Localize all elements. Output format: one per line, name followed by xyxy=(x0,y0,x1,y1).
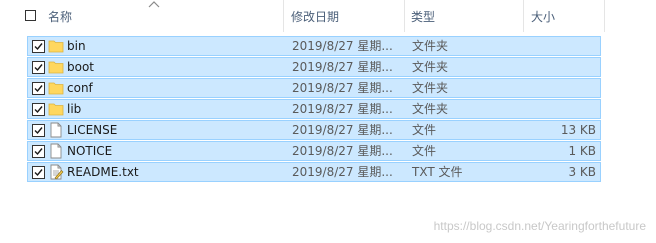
file-name: lib xyxy=(67,102,82,116)
file-date-modified: 2019/8/27 星期... xyxy=(292,81,393,95)
row-checkbox[interactable] xyxy=(32,82,45,95)
file-size: 3 KB xyxy=(568,165,596,179)
row-checkbox[interactable] xyxy=(32,145,45,158)
file-row[interactable]: NOTICE 2019/8/27 星期... 文件 1 KB xyxy=(27,141,601,161)
column-divider[interactable] xyxy=(604,0,605,32)
file-icon xyxy=(48,122,64,138)
file-type: 文件 xyxy=(412,123,437,137)
file-type: 文件夹 xyxy=(412,81,449,95)
row-checkbox[interactable] xyxy=(32,103,45,116)
file-type: 文件 xyxy=(412,144,437,158)
row-checkbox[interactable] xyxy=(32,166,45,179)
file-date-modified: 2019/8/27 星期... xyxy=(292,144,393,158)
column-size-header[interactable]: 大小 xyxy=(531,0,555,32)
file-size: 13 KB xyxy=(560,123,596,137)
row-checkbox[interactable] xyxy=(32,61,45,74)
file-name: LICENSE xyxy=(67,123,118,137)
column-name-header[interactable]: 名称 xyxy=(48,0,72,32)
watermark-text: https://blog.csdn.net/Yearingforthefutur… xyxy=(433,219,646,233)
file-row[interactable]: boot 2019/8/27 星期... 文件夹 xyxy=(27,57,601,77)
select-all-checkbox[interactable] xyxy=(25,10,36,21)
file-date-modified: 2019/8/27 星期... xyxy=(292,123,393,137)
file-name: boot xyxy=(67,60,95,74)
file-type: 文件夹 xyxy=(412,60,449,74)
file-icon xyxy=(48,143,64,159)
column-divider[interactable] xyxy=(523,0,524,32)
file-date-modified: 2019/8/27 星期... xyxy=(292,60,393,74)
file-type: 文件夹 xyxy=(412,39,449,53)
file-name: bin xyxy=(67,39,86,53)
file-name: NOTICE xyxy=(67,144,113,158)
column-type-header[interactable]: 类型 xyxy=(411,0,435,32)
row-checkbox[interactable] xyxy=(32,124,45,137)
column-header: 名称 修改日期 类型 大小 xyxy=(0,0,656,32)
file-row[interactable]: conf 2019/8/27 星期... 文件夹 xyxy=(27,78,601,98)
column-divider[interactable] xyxy=(404,0,405,32)
file-size: 1 KB xyxy=(568,144,596,158)
folder-icon xyxy=(48,80,64,96)
sort-ascending-icon xyxy=(148,1,160,8)
folder-icon xyxy=(48,59,64,75)
folder-icon xyxy=(48,101,64,117)
folder-icon xyxy=(48,38,64,54)
column-divider[interactable] xyxy=(283,0,284,32)
file-row[interactable]: LICENSE 2019/8/27 星期... 文件 13 KB xyxy=(27,120,601,140)
text-file-icon xyxy=(48,164,64,180)
file-type: TXT 文件 xyxy=(412,165,463,179)
file-date-modified: 2019/8/27 星期... xyxy=(292,39,393,53)
file-name: README.txt xyxy=(67,165,139,179)
file-row[interactable]: lib 2019/8/27 星期... 文件夹 xyxy=(27,99,601,119)
file-name: conf xyxy=(67,81,93,95)
file-row[interactable]: bin 2019/8/27 星期... 文件夹 xyxy=(27,36,601,56)
row-checkbox[interactable] xyxy=(32,40,45,53)
file-date-modified: 2019/8/27 星期... xyxy=(292,102,393,116)
file-row[interactable]: README.txt 2019/8/27 星期... TXT 文件 3 KB xyxy=(27,162,601,182)
column-date-header[interactable]: 修改日期 xyxy=(291,0,339,32)
file-date-modified: 2019/8/27 星期... xyxy=(292,165,393,179)
file-type: 文件夹 xyxy=(412,102,449,116)
